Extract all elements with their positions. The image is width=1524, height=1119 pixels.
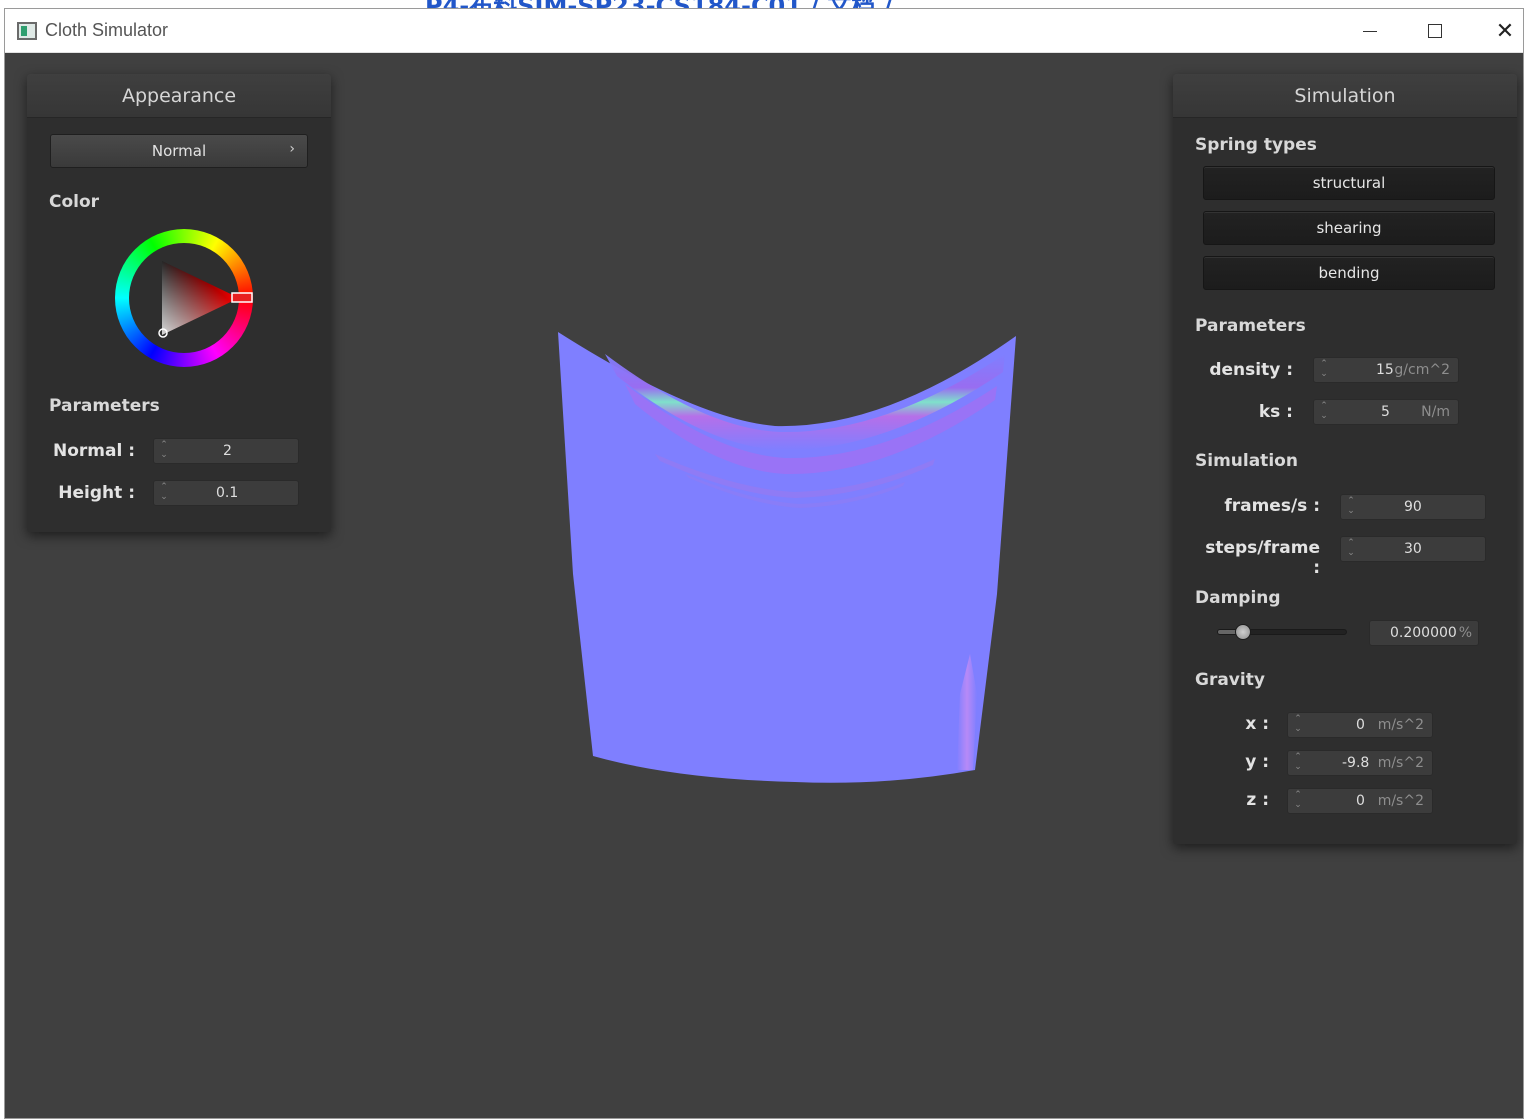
simulation-panel-header[interactable]: Simulation — [1173, 74, 1517, 118]
damping-label: Damping — [1195, 588, 1281, 608]
render-viewport[interactable]: Appearance Normal › Color Parameters Nor… — [5, 54, 1523, 1118]
spin-arrows-icon[interactable]: ⌃ ⌄ — [159, 482, 169, 504]
app-icon — [17, 22, 37, 40]
gravity-x-value: 0 — [1356, 717, 1365, 733]
appearance-panel-header[interactable]: Appearance — [27, 74, 331, 118]
damping-slider-knob[interactable] — [1235, 624, 1251, 640]
spring-types-label: Spring types — [1195, 135, 1317, 155]
shearing-toggle[interactable]: shearing — [1203, 211, 1495, 245]
title-bar[interactable]: Cloth Simulator ✕ — [5, 9, 1523, 53]
gravity-x-unit: m/s^2 — [1377, 717, 1424, 733]
normal-spinbox[interactable]: ⌃ ⌄ 2 — [153, 438, 299, 464]
damping-value-box[interactable]: 0.200000 % — [1369, 620, 1479, 646]
ks-spinbox[interactable]: ⌃ ⌄ 5 N/m — [1313, 399, 1459, 425]
appearance-panel: Appearance Normal › Color Parameters Nor… — [27, 74, 331, 532]
damping-unit: % — [1458, 625, 1472, 641]
fps-value: 90 — [1404, 499, 1422, 515]
spin-arrows-icon[interactable]: ⌃ ⌄ — [1293, 714, 1303, 736]
density-unit: g/cm^2 — [1394, 362, 1450, 378]
spin-arrows-icon[interactable]: ⌃ ⌄ — [1346, 496, 1356, 518]
hue-handle[interactable] — [231, 292, 253, 303]
gravity-z-spinbox[interactable]: ⌃ ⌄ 0 m/s^2 — [1287, 788, 1433, 814]
spin-arrows-icon[interactable]: ⌃ ⌄ — [1319, 359, 1329, 381]
spin-arrows-icon[interactable]: ⌃ ⌄ — [1346, 538, 1356, 560]
window-title: Cloth Simulator — [45, 20, 169, 40]
appearance-parameters-label: Parameters — [49, 396, 160, 416]
simulation-panel: Simulation Spring types structural shear… — [1173, 74, 1517, 844]
spin-arrows-icon[interactable]: ⌃ ⌄ — [1293, 752, 1303, 774]
gravity-y-label: y : — [1245, 752, 1269, 772]
gravity-y-value: -9.8 — [1342, 755, 1370, 771]
steps-label: steps/frame : — [1205, 538, 1320, 578]
normal-label: Normal : — [52, 441, 135, 461]
close-button[interactable]: ✕ — [1470, 9, 1524, 53]
chevron-right-icon: › — [289, 141, 295, 157]
density-spinbox[interactable]: ⌃ ⌄ 15 g/cm^2 — [1313, 357, 1459, 383]
steps-spinbox[interactable]: ⌃ ⌄ 30 — [1340, 536, 1486, 562]
maximize-button[interactable] — [1400, 9, 1470, 53]
density-label: density : — [1209, 360, 1293, 380]
spin-arrows-icon[interactable]: ⌃ ⌄ — [1319, 401, 1329, 423]
steps-value: 30 — [1404, 541, 1422, 557]
gravity-z-label: z : — [1246, 790, 1269, 810]
minimize-icon — [1363, 30, 1377, 32]
gravity-x-label: x : — [1245, 714, 1269, 734]
density-value: 15 — [1376, 362, 1394, 378]
shader-dropdown[interactable]: Normal › — [50, 134, 308, 168]
gravity-x-spinbox[interactable]: ⌃ ⌄ 0 m/s^2 — [1287, 712, 1433, 738]
height-value: 0.1 — [216, 485, 239, 501]
normal-value: 2 — [223, 443, 232, 459]
shader-selected-label: Normal — [151, 142, 207, 160]
close-icon: ✕ — [1495, 18, 1515, 44]
gravity-label: Gravity — [1195, 670, 1265, 690]
ks-value: 5 — [1381, 404, 1390, 420]
gravity-y-spinbox[interactable]: ⌃ ⌄ -9.8 m/s^2 — [1287, 750, 1433, 776]
spin-arrows-icon[interactable]: ⌃ ⌄ — [159, 440, 169, 462]
gravity-z-unit: m/s^2 — [1377, 793, 1424, 809]
height-label: Height : — [58, 483, 135, 503]
gravity-z-value: 0 — [1356, 793, 1365, 809]
maximize-icon — [1428, 24, 1442, 38]
fps-spinbox[interactable]: ⌃ ⌄ 90 — [1340, 494, 1486, 520]
color-triangle[interactable] — [115, 229, 253, 367]
color-section-label: Color — [49, 192, 100, 212]
bending-toggle[interactable]: bending — [1203, 256, 1495, 290]
minimize-button[interactable] — [1335, 9, 1405, 53]
app-window: Cloth Simulator ✕ Appearance Normal › Co… — [4, 8, 1524, 1119]
height-spinbox[interactable]: ⌃ ⌄ 0.1 — [153, 480, 299, 506]
ks-label: ks : — [1258, 402, 1293, 422]
fps-label: frames/s : — [1224, 496, 1320, 516]
ks-unit: N/m — [1421, 404, 1450, 420]
structural-toggle[interactable]: structural — [1203, 166, 1495, 200]
damping-value: 0.200000 — [1390, 625, 1457, 641]
simulation-section-label: Simulation — [1195, 451, 1298, 471]
spin-arrows-icon[interactable]: ⌃ ⌄ — [1293, 790, 1303, 812]
sim-parameters-label: Parameters — [1195, 316, 1306, 336]
gravity-y-unit: m/s^2 — [1377, 755, 1424, 771]
